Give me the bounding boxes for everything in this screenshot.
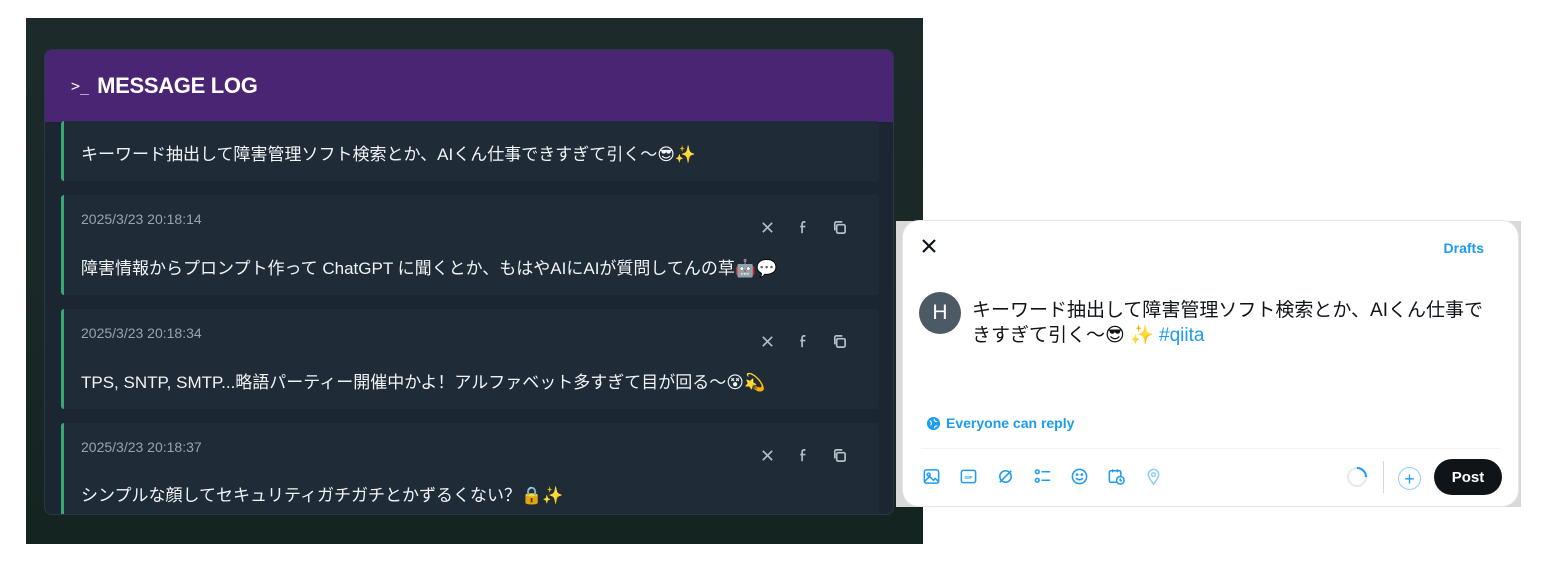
svg-text:GIF: GIF xyxy=(964,474,972,480)
post-button[interactable]: Post xyxy=(1434,459,1502,495)
message-item: 2025/3/23 20:18:34 TPS, SNTP, SMTP...略語パ… xyxy=(61,309,879,409)
post-hashtag[interactable]: #qiita xyxy=(1159,325,1204,346)
close-icon[interactable] xyxy=(759,447,775,463)
post-text-input[interactable]: キーワード抽出して障害管理ソフト検索とか、AIくん仕事できすぎて引く〜😎 ✨ #… xyxy=(972,298,1492,348)
drafts-button[interactable]: Drafts xyxy=(1444,240,1484,256)
close-icon[interactable] xyxy=(759,333,775,349)
message-actions xyxy=(759,447,847,463)
avatar: H xyxy=(919,292,961,334)
facebook-icon[interactable] xyxy=(795,447,811,463)
toolbar-separator xyxy=(1383,461,1384,493)
message-text: キーワード抽出して障害管理ソフト検索とか、AIくん仕事できすぎて引く〜😎✨ xyxy=(81,145,697,164)
message-actions xyxy=(759,333,847,349)
reply-setting-button[interactable]: Everyone can reply xyxy=(926,415,1074,431)
message-log-title: MESSAGE LOG xyxy=(97,73,258,98)
facebook-icon[interactable] xyxy=(795,333,811,349)
globe-icon xyxy=(926,416,941,430)
grok-icon[interactable] xyxy=(995,466,1015,486)
facebook-icon[interactable] xyxy=(795,219,811,235)
copy-icon[interactable] xyxy=(831,219,847,235)
copy-icon[interactable] xyxy=(831,333,847,349)
message-item: 2025/3/23 20:18:37 シンプルな顔してセキュリティガチガチとかず… xyxy=(61,423,879,514)
app-background: >_ MESSAGE LOG キーワード抽出して障害管理ソフト検索とか、AIくん… xyxy=(26,18,923,544)
add-post-button[interactable]: + xyxy=(1398,467,1421,490)
schedule-icon[interactable] xyxy=(1106,466,1126,486)
gif-icon[interactable]: GIF xyxy=(958,466,978,486)
message-text: TPS, SNTP, SMTP...略語パーティー開催中かよ！アルファベット多す… xyxy=(81,373,766,392)
message-text: シンプルな顔してセキュリティガチガチとかずるくない？🔒✨ xyxy=(81,486,564,505)
character-count-ring xyxy=(1347,467,1367,487)
message-timestamp: 2025/3/23 20:18:37 xyxy=(81,439,202,455)
close-icon[interactable] xyxy=(759,219,775,235)
message-log-header: >_ MESSAGE LOG xyxy=(45,50,893,122)
message-timestamp: 2025/3/23 20:18:14 xyxy=(81,211,202,227)
message-item: 2025/3/23 20:18:14 障害情報からプロンプト作って ChatGP… xyxy=(61,195,879,295)
copy-icon[interactable] xyxy=(831,447,847,463)
image-icon[interactable] xyxy=(921,466,941,486)
terminal-prompt-icon: >_ xyxy=(71,77,90,95)
compose-post-dialog: Drafts H キーワード抽出して障害管理ソフト検索とか、AIくん仕事できすぎ… xyxy=(903,221,1518,506)
emoji-icon[interactable] xyxy=(1069,466,1089,486)
location-icon[interactable] xyxy=(1143,466,1163,486)
post-body: キーワード抽出して障害管理ソフト検索とか、AIくん仕事できすぎて引く〜😎 ✨ xyxy=(972,300,1484,346)
message-timestamp: 2025/3/23 20:18:34 xyxy=(81,325,202,341)
close-icon[interactable] xyxy=(920,237,942,259)
message-actions xyxy=(759,219,847,235)
message-text: 障害情報からプロンプト作って ChatGPT に聞くとか、もはやAIにAIが質問… xyxy=(81,259,778,278)
message-item: キーワード抽出して障害管理ソフト検索とか、AIくん仕事できすぎて引く〜😎✨ xyxy=(61,121,879,181)
message-log-panel: >_ MESSAGE LOG キーワード抽出して障害管理ソフト検索とか、AIくん… xyxy=(44,49,894,515)
poll-icon[interactable] xyxy=(1032,466,1052,486)
reply-setting-label: Everyone can reply xyxy=(946,415,1075,431)
divider xyxy=(921,448,1500,449)
compose-toolbar: GIF xyxy=(921,466,1163,486)
